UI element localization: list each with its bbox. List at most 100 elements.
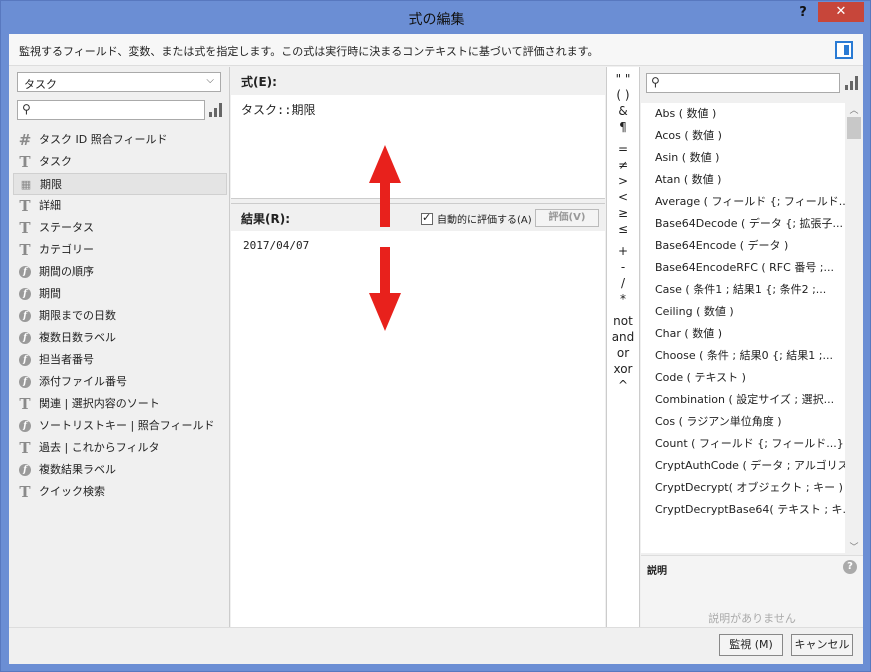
- footer-bar: 監視 (M) キャンセル: [9, 627, 863, 664]
- field-item-label: タスク: [39, 155, 72, 168]
- panel-toggle-icon[interactable]: [835, 41, 853, 59]
- calc-field-icon: f: [19, 288, 31, 300]
- operator-item[interactable]: ¶: [607, 119, 639, 135]
- field-item[interactable]: # タスク ID 照合フィールド: [13, 129, 227, 151]
- calc-field-icon: f: [19, 420, 31, 432]
- operator-item[interactable]: not: [607, 313, 639, 329]
- function-item[interactable]: Char ( 数値 ): [655, 323, 845, 345]
- function-scrollbar[interactable]: ︿ ﹀: [845, 103, 863, 553]
- sort-bars-icon[interactable]: [845, 76, 859, 90]
- text-field-icon: T: [19, 219, 31, 237]
- operator-item[interactable]: >: [607, 173, 639, 189]
- operator-item[interactable]: ≠: [607, 157, 639, 173]
- function-item[interactable]: CryptAuthCode ( データ ; アルゴリズ...: [655, 455, 845, 477]
- field-item[interactable]: f 期間の順序: [13, 261, 227, 283]
- function-item[interactable]: Acos ( 数値 ): [655, 125, 845, 147]
- operator-item[interactable]: ≥: [607, 205, 639, 221]
- result-output: 2017/04/07: [231, 231, 605, 627]
- function-item[interactable]: CryptDecrypt( オブジェクト ; キー ): [655, 477, 845, 499]
- date-field-icon: ▦: [20, 178, 32, 191]
- operator-item[interactable]: ≤: [607, 221, 639, 237]
- evaluate-button[interactable]: 評価(V): [535, 209, 599, 227]
- operator-item[interactable]: and: [607, 329, 639, 345]
- field-item[interactable]: f 複数結果ラベル: [13, 459, 227, 481]
- operator-item[interactable]: ^: [607, 377, 639, 393]
- calc-field-icon: f: [19, 266, 31, 278]
- field-item[interactable]: T タスク: [13, 151, 227, 173]
- function-item[interactable]: Combination ( 設定サイズ ; 選択...: [655, 389, 845, 411]
- field-item[interactable]: T 関連 | 選択内容のソート: [13, 393, 227, 415]
- monitor-button[interactable]: 監視 (M): [719, 634, 783, 656]
- function-item[interactable]: Case ( 条件1 ; 結果1 {; 条件2 ;...: [655, 279, 845, 301]
- field-item[interactable]: T カテゴリー: [13, 239, 227, 261]
- field-item-label: クイック検索: [39, 485, 105, 498]
- text-field-icon: T: [19, 483, 31, 501]
- operator-item[interactable]: -: [607, 259, 639, 275]
- function-item[interactable]: Base64Decode ( データ {; 拡張子...: [655, 213, 845, 235]
- function-item[interactable]: Atan ( 数値 ): [655, 169, 845, 191]
- function-item[interactable]: Base64EncodeRFC ( RFC 番号 ;...: [655, 257, 845, 279]
- table-select[interactable]: タスク ⌵: [17, 72, 221, 92]
- operator-item[interactable]: =: [607, 141, 639, 157]
- operator-item[interactable]: " ": [607, 71, 639, 87]
- chevron-up-icon[interactable]: ︿: [845, 103, 863, 116]
- description-empty-text: 説明がありません: [708, 612, 796, 625]
- field-item[interactable]: f 期限までの日数: [13, 305, 227, 327]
- field-item[interactable]: T クイック検索: [13, 481, 227, 503]
- field-item[interactable]: ▦ 期限: [13, 173, 227, 195]
- field-item-label: カテゴリー: [39, 243, 94, 256]
- auto-eval-checkbox[interactable]: 自動的に評価する(A): [421, 211, 532, 226]
- operator-item[interactable]: or: [607, 345, 639, 361]
- text-field-icon: T: [19, 395, 31, 413]
- field-item-label: 関連 | 選択内容のソート: [39, 397, 160, 410]
- field-item[interactable]: f 担当者番号: [13, 349, 227, 371]
- field-item[interactable]: f ソートリストキー | 照合フィールド: [13, 415, 227, 437]
- field-item[interactable]: T 過去 | これからフィルタ: [13, 437, 227, 459]
- close-button[interactable]: ✕: [818, 2, 864, 22]
- function-item[interactable]: Ceiling ( 数値 ): [655, 301, 845, 323]
- scrollbar-thumb[interactable]: [847, 117, 861, 139]
- operator-item[interactable]: xor: [607, 361, 639, 377]
- calc-field-icon: f: [19, 332, 31, 344]
- calc-field-icon: f: [19, 464, 31, 476]
- function-item[interactable]: Choose ( 条件 ; 結果0 {; 結果1 ;...: [655, 345, 845, 367]
- question-icon[interactable]: ?: [843, 560, 857, 574]
- operator-item[interactable]: *: [607, 291, 639, 307]
- text-field-icon: T: [19, 439, 31, 457]
- dialog-window: 式の編集 ? ✕ 監視するフィールド、変数、または式を指定します。この式は実行時…: [0, 0, 871, 672]
- field-item[interactable]: f 複数日数ラベル: [13, 327, 227, 349]
- function-item[interactable]: Abs ( 数値 ): [655, 103, 845, 125]
- operator-item[interactable]: &: [607, 103, 639, 119]
- result-header: 結果(R):: [241, 212, 291, 226]
- field-search-input[interactable]: ⚲: [17, 100, 205, 120]
- operator-item[interactable]: +: [607, 243, 639, 259]
- operator-item[interactable]: <: [607, 189, 639, 205]
- function-item[interactable]: Asin ( 数値 ): [655, 147, 845, 169]
- chevron-down-icon[interactable]: ﹀: [845, 540, 863, 553]
- field-item[interactable]: f 期間: [13, 283, 227, 305]
- operator-item[interactable]: /: [607, 275, 639, 291]
- field-item[interactable]: T ステータス: [13, 217, 227, 239]
- result-header-bar: 結果(R): 自動的に評価する(A) 評価(V): [231, 203, 605, 231]
- description-bar: 監視するフィールド、変数、または式を指定します。この式は実行時に決まるコンテキス…: [9, 34, 863, 66]
- function-item[interactable]: Average ( フィールド {; フィールド...} ): [655, 191, 845, 213]
- function-item[interactable]: Cos ( ラジアン単位角度 ): [655, 411, 845, 433]
- search-icon: ⚲: [22, 102, 31, 116]
- function-item[interactable]: CryptDecryptBase64( テキスト ; キ...: [655, 499, 845, 521]
- help-button[interactable]: ?: [794, 5, 812, 23]
- field-item[interactable]: f 添付ファイル番号: [13, 371, 227, 393]
- function-item[interactable]: Base64Encode ( データ ): [655, 235, 845, 257]
- dialog-body: 監視するフィールド、変数、または式を指定します。この式は実行時に決まるコンテキス…: [9, 34, 863, 664]
- function-item[interactable]: Count ( フィールド {; フィールド...} ): [655, 433, 845, 455]
- expression-input[interactable]: タスク::期限: [231, 95, 605, 199]
- field-item-label: 添付ファイル番号: [39, 375, 127, 388]
- cancel-button[interactable]: キャンセル: [791, 634, 853, 656]
- sort-bars-icon[interactable]: [209, 103, 223, 117]
- field-item-label: 期限までの日数: [39, 309, 116, 322]
- field-item-label: 過去 | これからフィルタ: [39, 441, 160, 454]
- operator-item[interactable]: ( ): [607, 87, 639, 103]
- function-item[interactable]: Code ( テキスト ): [655, 367, 845, 389]
- function-search-input[interactable]: ⚲: [646, 73, 840, 93]
- field-item[interactable]: T 詳細: [13, 195, 227, 217]
- editor-panel: 式(E): タスク::期限 結果(R): 自動的に評価する(A) 評価(V) 2…: [231, 67, 605, 627]
